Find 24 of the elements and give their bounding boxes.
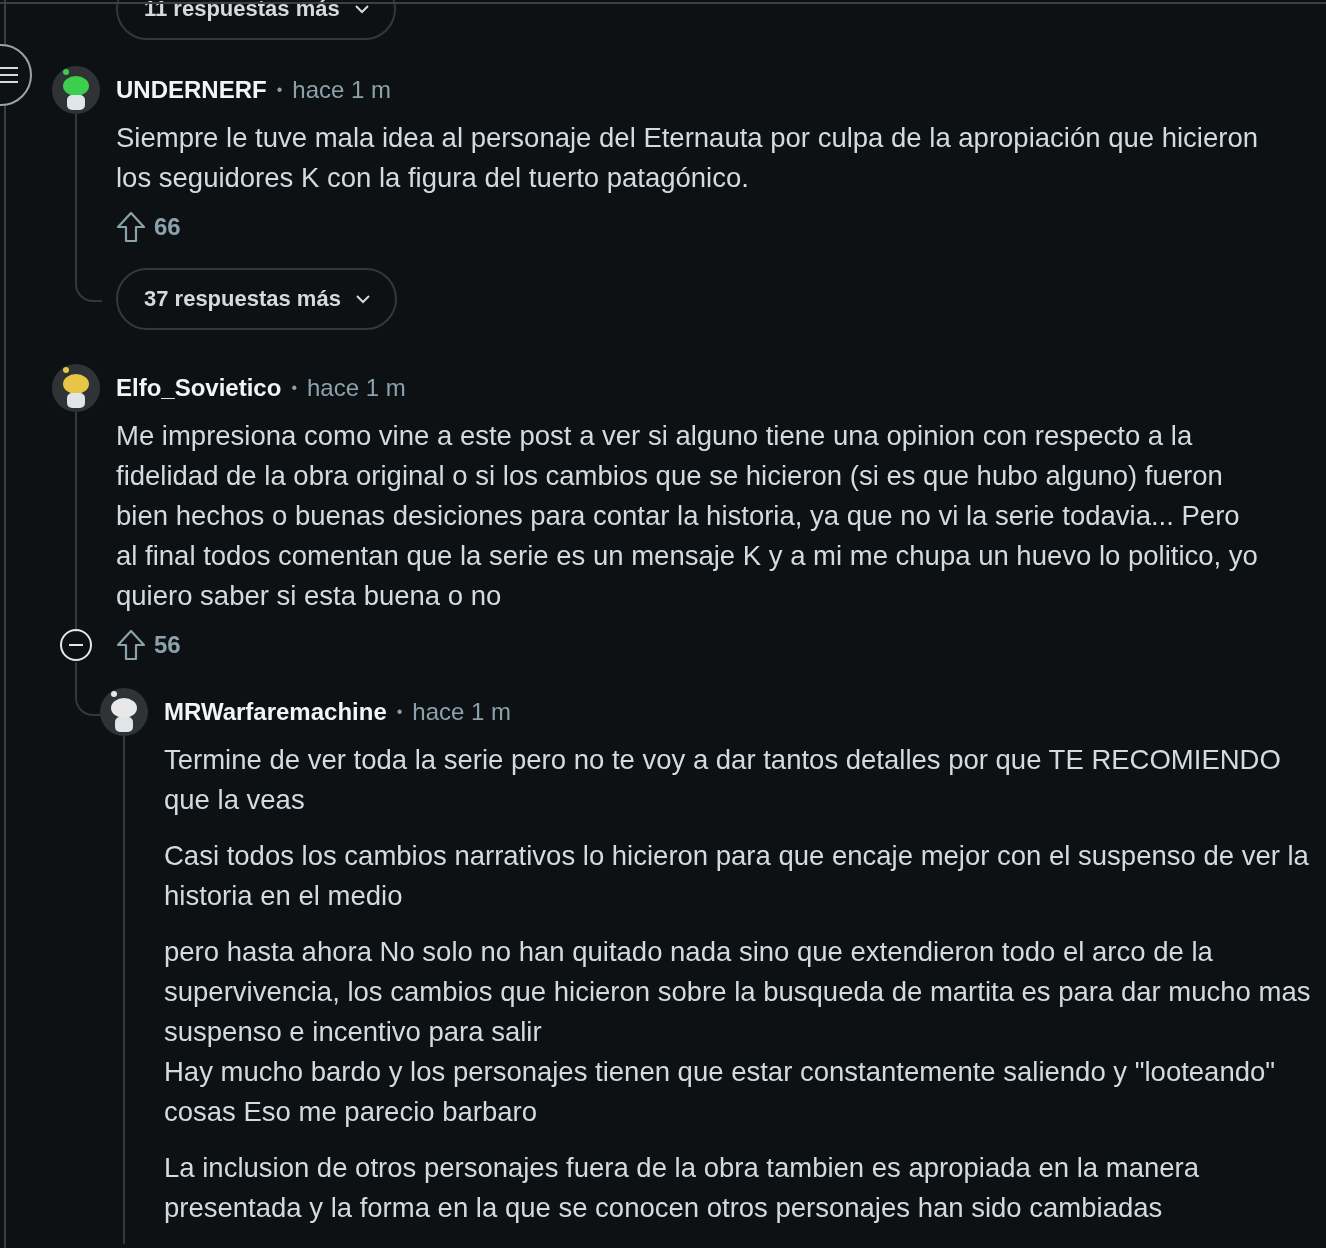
comment-text: Termine de ver toda la serie pero no te voy a dar tantos detalles por que TE RECOMIENDO que la veas xyxy=(164,743,1282,817)
timestamp: hace 1 m xyxy=(292,76,391,104)
separator-dot: • xyxy=(276,81,283,99)
comment-text: Siempre le tuve mala idea al personaje del Eternauta por culpa de la apropiación que hicieron los seguidores K con la figura del tuerto patagónico. xyxy=(116,121,1259,195)
chevron-down-icon xyxy=(353,4,370,14)
username[interactable]: Elfo_Sovietico xyxy=(116,374,282,402)
comment-text: La inclusion de otros personajes fuera de la obra tambien es apropiada en la manera presentada y la forma en la que se conocen otros personajes han sido cambiadas xyxy=(164,1151,1200,1225)
collapse-icon[interactable] xyxy=(59,628,93,662)
menu-icon xyxy=(0,66,18,84)
vote-count: 66 xyxy=(154,213,181,241)
chevron-down-icon xyxy=(354,294,371,304)
upvote-icon[interactable] xyxy=(116,629,146,661)
comment-text: Me impresiona como vine a este post a ver si alguno tiene una opinion con respecto a la fidelidad de la obra original o si los cambios que se hicieron (si es que hubo alguno) fueron bien hechos o buenas desiciones para contar la historia, ya que no vi la serie todavia... Pero al final todos comentan que la serie es un mensaje K y a mi me chupa un huevo lo politico, yo quiero saber si esta buena o no xyxy=(116,419,1259,613)
upvote-icon[interactable] xyxy=(116,211,146,243)
timestamp: hace 1 m xyxy=(412,698,512,726)
separator-dot: • xyxy=(396,703,403,721)
comment-text: Casi todos los cambios narrativos lo hicieron para que encaje mejor con el suspenso de ver la historia en el medio xyxy=(164,839,1310,913)
timestamp: hace 1 m xyxy=(307,374,406,402)
separator-dot: • xyxy=(291,379,297,397)
vote-count: 56 xyxy=(154,631,181,659)
username[interactable]: MRWarfaremachine xyxy=(164,698,387,726)
username[interactable]: UNDERNERF xyxy=(116,76,267,104)
more-replies-button[interactable]: 37 respuestas más xyxy=(116,268,397,330)
comment-text: pero hasta ahora No solo no han quitado nada sino que extendieron todo el arco de la supervivencia, los cambios que hicieron sobre la busqueda de martita es para dar mucho mas suspenso e incentivo para salir Hay mucho bardo y los personajes tienen que estar constantemente saliendo y "looteando" cosas Eso me parecio barbaro xyxy=(164,935,1312,1129)
